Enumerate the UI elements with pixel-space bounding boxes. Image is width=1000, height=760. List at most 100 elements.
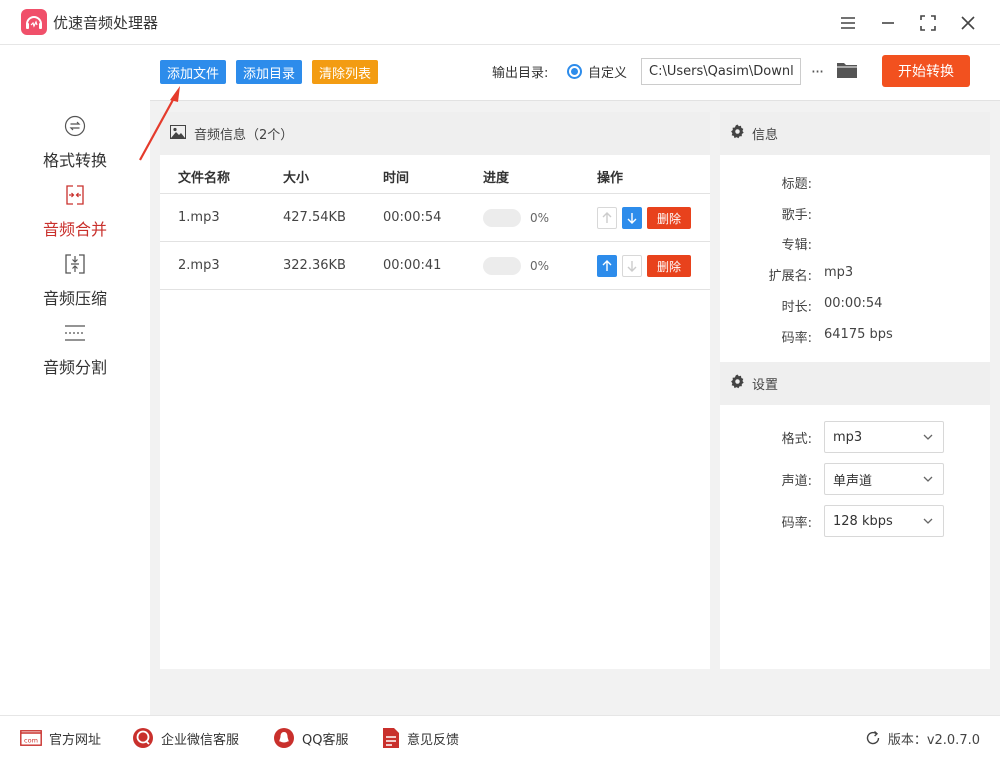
footer: com 官方网址 企业微信客服 QQ客服 意见反馈 版本：v2.0.7.0: [0, 715, 1000, 760]
qq-icon: [273, 727, 295, 749]
wechat-label: 企业微信客服: [161, 732, 240, 748]
column-header: 文件名称: [178, 171, 231, 186]
info-header: 信息: [720, 112, 990, 155]
wechat-support-link[interactable]: 企业微信客服: [132, 727, 239, 749]
bitrate-setting-row: 码率: 128 kbps: [720, 505, 990, 537]
website-label: 官方网址: [49, 732, 102, 748]
sidebar: 格式转换 音频合并 音频压缩 音频分割: [0, 45, 150, 715]
file-name: 1.mp3: [178, 210, 220, 225]
maximize-icon[interactable]: [908, 7, 948, 39]
gear-icon: [730, 374, 745, 393]
title-bar: 优速音频处理器: [0, 0, 1000, 45]
version-label: 版本：v2.0.7.0: [887, 732, 980, 748]
file-size: 427.54KB: [283, 210, 346, 225]
info-key: 专辑:: [781, 238, 812, 253]
audio-split-icon: [64, 322, 86, 348]
sidebar-item-audio-merge[interactable]: 音频合并: [0, 184, 150, 248]
feedback-label: 意见反馈: [407, 732, 460, 748]
feedback-link[interactable]: 意见反馈: [382, 727, 459, 749]
column-header: 进度: [483, 171, 510, 186]
app-logo-icon: [21, 9, 47, 35]
column-header: 时间: [383, 171, 410, 186]
table-row[interactable]: 1.mp3 427.54KB 00:00:54 0% 删除: [160, 194, 710, 242]
add-directory-button[interactable]: 添加目录: [236, 60, 303, 84]
close-icon[interactable]: [948, 7, 988, 39]
column-header: 大小: [283, 171, 310, 186]
image-icon: [170, 124, 186, 143]
delete-button[interactable]: 删除: [647, 207, 691, 229]
sidebar-item-format-convert[interactable]: 格式转换: [0, 115, 150, 179]
sidebar-item-audio-split[interactable]: 音频分割: [0, 322, 150, 386]
channel-setting-row: 声道: 单声道: [720, 463, 990, 495]
info-extension-row: 扩展名: mp3: [720, 265, 990, 285]
chevron-down-icon: [923, 431, 933, 446]
audio-panel-title: 音频信息（2个）: [194, 128, 294, 143]
channel-select-value: 单声道: [833, 473, 873, 489]
move-up-button[interactable]: [597, 207, 617, 229]
table-header: 文件名称 大小 时间 进度 操作: [160, 155, 710, 194]
progress-bar: [483, 209, 521, 227]
version-info: 版本：v2.0.7.0: [865, 727, 980, 749]
gear-icon: [730, 124, 745, 143]
audio-panel-header: 音频信息（2个）: [160, 112, 710, 155]
info-title: 信息: [752, 128, 779, 143]
info-key: 时长:: [781, 300, 812, 315]
progress-percent: 0%: [530, 211, 550, 225]
column-header: 操作: [597, 171, 624, 186]
info-value: mp3: [824, 265, 854, 280]
table-row[interactable]: 2.mp3 322.36KB 00:00:41 0% 删除: [160, 242, 710, 290]
info-value: 00:00:54: [824, 296, 883, 311]
setting-key: 声道:: [781, 474, 812, 489]
custom-output-label[interactable]: 自定义: [588, 62, 627, 81]
sidebar-item-audio-compress[interactable]: 音频压缩: [0, 253, 150, 317]
output-dir-label: 输出目录:: [492, 66, 549, 81]
info-settings-panel: 信息 标题: 歌手: 专辑: 扩展名: mp3 时长: 00:00:54 码率:…: [720, 112, 990, 669]
progress-bar: [483, 257, 521, 275]
add-file-button[interactable]: 添加文件: [160, 60, 227, 84]
info-key: 码率:: [781, 331, 812, 346]
bitrate-select[interactable]: 128 kbps: [824, 505, 944, 537]
folder-icon[interactable]: [836, 61, 858, 81]
progress-percent: 0%: [530, 259, 550, 273]
channel-select[interactable]: 单声道: [824, 463, 944, 495]
info-duration-row: 时长: 00:00:54: [720, 296, 990, 316]
settings-title: 设置: [752, 378, 779, 393]
menu-icon[interactable]: [828, 7, 868, 39]
audio-merge-icon: [64, 184, 86, 210]
file-name: 2.mp3: [178, 258, 220, 273]
move-up-button[interactable]: [597, 255, 617, 277]
audio-info-panel: 音频信息（2个） 文件名称 大小 时间 进度 操作 1.mp3 427.54KB…: [160, 112, 710, 669]
format-select-value: mp3: [833, 429, 863, 445]
info-value: 64175 bps: [824, 327, 893, 342]
info-bitrate-row: 码率: 64175 bps: [720, 327, 990, 347]
app-title: 优速音频处理器: [53, 13, 159, 32]
toolbar: 添加文件 添加目录 清除列表 输出目录: 自定义 ··· 开始转换: [150, 45, 1000, 101]
move-down-button[interactable]: [622, 255, 642, 277]
main-area: 添加文件 添加目录 清除列表 输出目录: 自定义 ··· 开始转换 音频信息（2…: [150, 45, 1000, 715]
sidebar-item-label: 格式转换: [42, 151, 107, 170]
clear-list-button[interactable]: 清除列表: [312, 60, 379, 84]
info-title-row: 标题:: [720, 173, 990, 193]
sidebar-item-label: 音频合并: [42, 220, 107, 239]
info-key: 扩展名:: [768, 269, 812, 284]
output-path-input[interactable]: [641, 58, 801, 85]
custom-output-radio[interactable]: [567, 64, 582, 79]
minimize-icon[interactable]: [868, 7, 908, 39]
start-convert-button[interactable]: 开始转换: [882, 55, 970, 87]
info-key: 标题:: [781, 177, 812, 192]
format-select[interactable]: mp3: [824, 421, 944, 453]
bitrate-select-value: 128 kbps: [833, 513, 893, 529]
audio-compress-icon: [64, 253, 86, 279]
feedback-icon: [382, 727, 400, 749]
format-convert-icon: [64, 115, 86, 141]
qq-support-link[interactable]: QQ客服: [273, 727, 348, 749]
info-album-row: 专辑:: [720, 234, 990, 254]
move-down-button[interactable]: [622, 207, 642, 229]
delete-button[interactable]: 删除: [647, 255, 691, 277]
official-website-link[interactable]: com 官方网址: [20, 727, 101, 749]
browse-more-button[interactable]: ···: [806, 58, 828, 85]
file-duration: 00:00:41: [383, 258, 442, 273]
setting-key: 码率:: [781, 516, 812, 531]
file-duration: 00:00:54: [383, 210, 442, 225]
refresh-icon[interactable]: [865, 730, 881, 746]
